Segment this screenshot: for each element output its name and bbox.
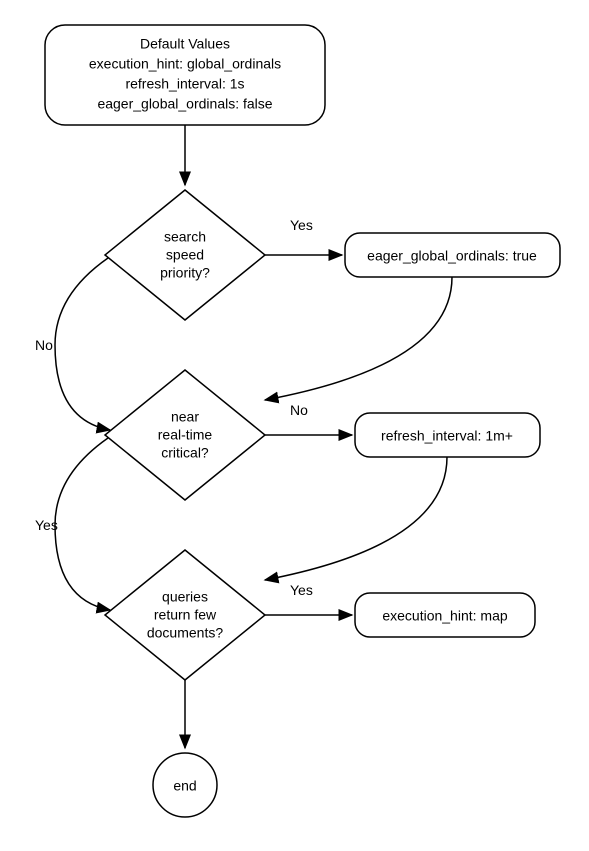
action3-node: execution_hint: map bbox=[355, 593, 535, 637]
decision2-line-1: near bbox=[171, 409, 199, 425]
start-line-2: execution_hint: global_ordinals bbox=[89, 56, 281, 72]
start-line-1: Default Values bbox=[140, 36, 230, 52]
edge-action2-decision3 bbox=[265, 457, 447, 580]
action3-line-1: execution_hint: map bbox=[382, 608, 508, 624]
start-node: Default Values execution_hint: global_or… bbox=[45, 25, 325, 125]
decision2-line-3: critical? bbox=[161, 445, 209, 461]
end-text: end bbox=[173, 778, 196, 794]
decision1-node: search speed priority? bbox=[105, 190, 265, 320]
action2-line-1: refresh_interval: 1m+ bbox=[381, 428, 513, 444]
flowchart-diagram: Default Values execution_hint: global_or… bbox=[0, 0, 589, 851]
decision3-node: queries return few documents? bbox=[105, 550, 265, 680]
start-line-3: refresh_interval: 1s bbox=[125, 76, 244, 92]
decision2-node: near real-time critical? bbox=[105, 370, 265, 500]
start-line-4: eager_global_ordinals: false bbox=[97, 96, 272, 112]
decision3-line-2: return few bbox=[154, 607, 217, 623]
label-yes1: Yes bbox=[290, 217, 313, 233]
edge-decision1-decision2 bbox=[55, 258, 110, 430]
label-no2: No bbox=[290, 402, 308, 418]
decision1-line-2: speed bbox=[166, 247, 204, 263]
decision3-line-3: documents? bbox=[147, 625, 223, 641]
edge-action1-decision2 bbox=[265, 277, 452, 400]
decision1-line-3: priority? bbox=[160, 265, 210, 281]
label-yes3: Yes bbox=[290, 582, 313, 598]
label-no1: No bbox=[35, 337, 53, 353]
label-yes2: Yes bbox=[35, 517, 58, 533]
end-node: end bbox=[153, 753, 217, 817]
action1-line-1: eager_global_ordinals: true bbox=[367, 248, 537, 264]
decision3-line-1: queries bbox=[162, 589, 208, 605]
action2-node: refresh_interval: 1m+ bbox=[355, 413, 540, 457]
action1-node: eager_global_ordinals: true bbox=[345, 233, 560, 277]
edge-decision2-decision3 bbox=[55, 438, 110, 610]
decision1-line-1: search bbox=[164, 229, 206, 245]
decision2-line-2: real-time bbox=[158, 427, 213, 443]
